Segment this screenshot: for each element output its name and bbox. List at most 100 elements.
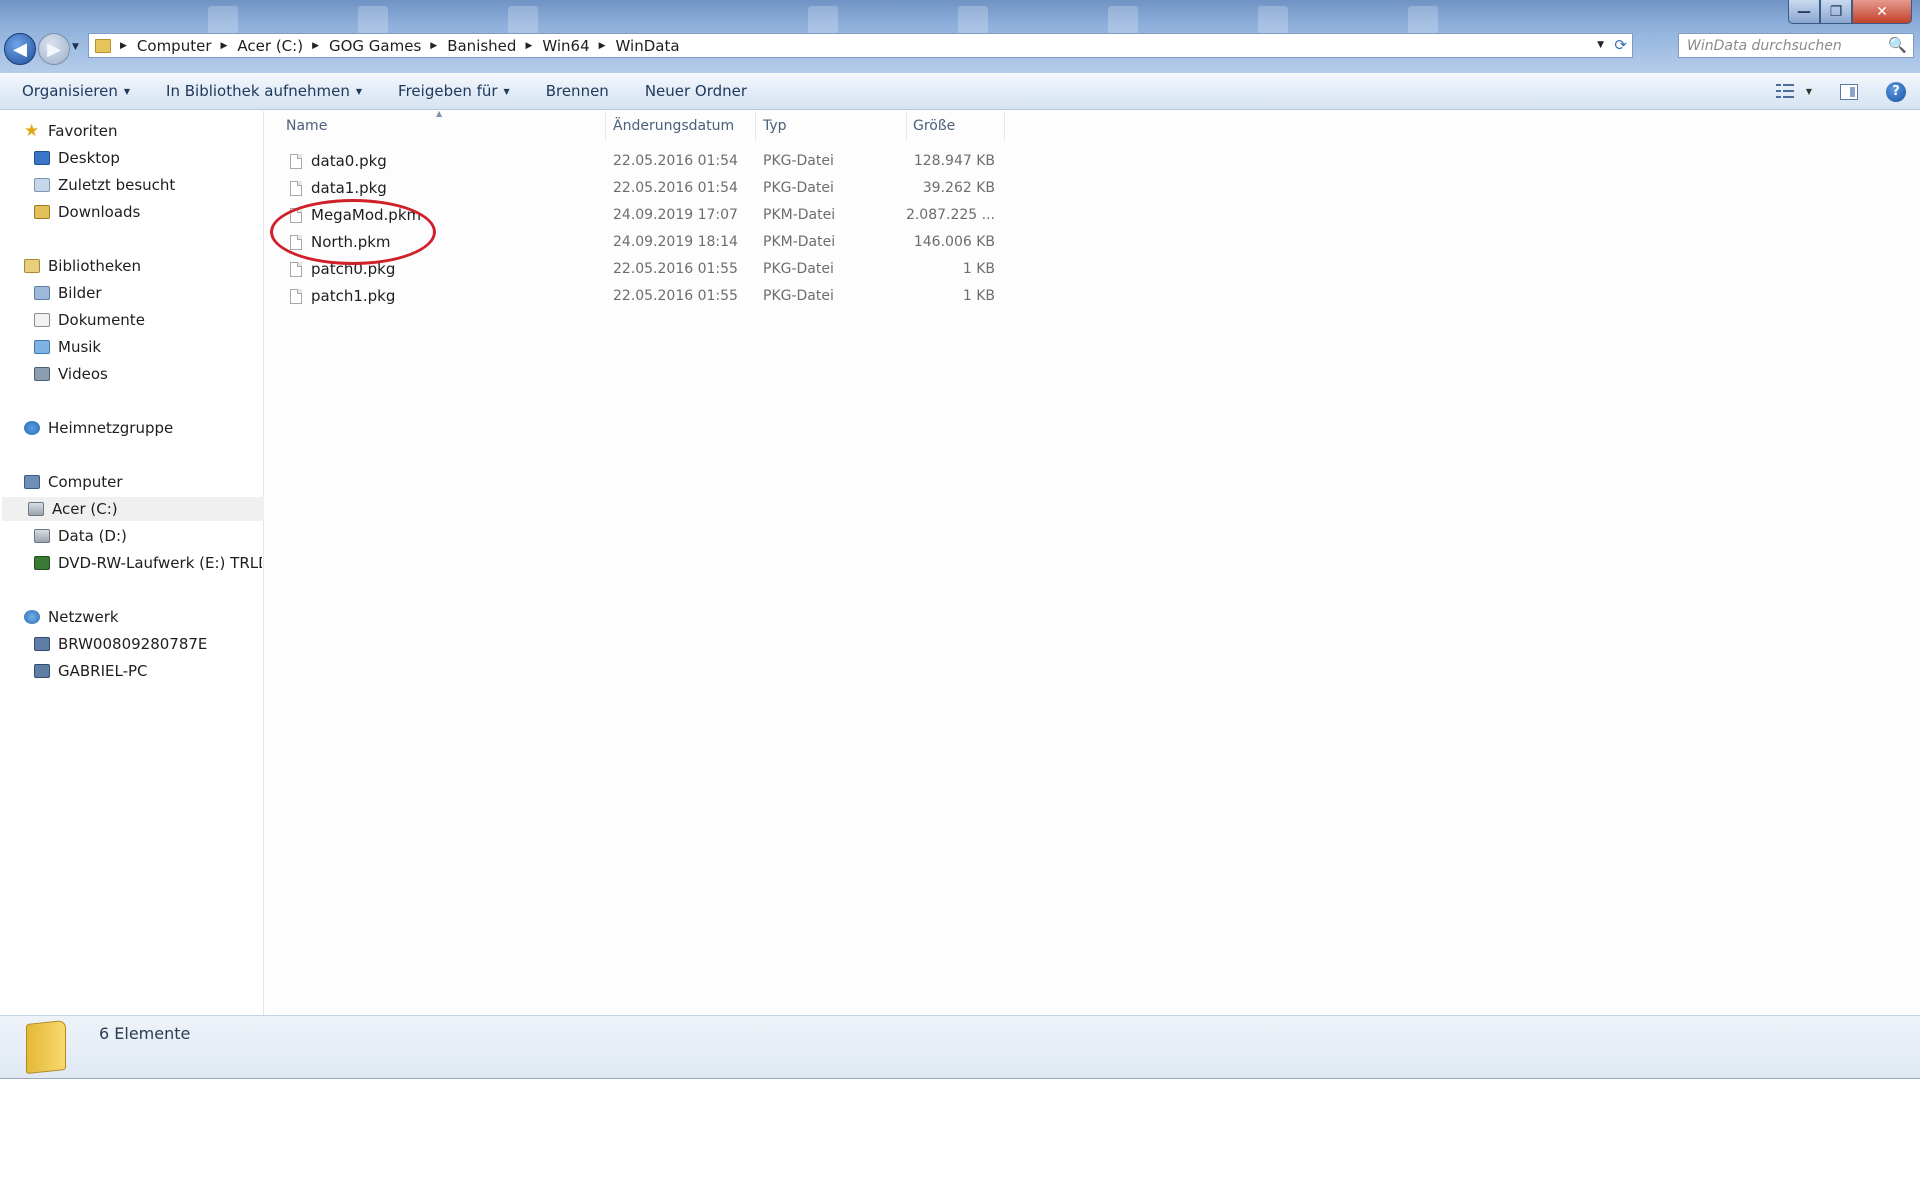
nav-downloads[interactable]: Downloads — [34, 200, 140, 224]
file-type: PKG-Datei — [763, 153, 834, 169]
chevron-right-icon[interactable]: ▶ — [525, 41, 532, 51]
file-name: patch0.pkg — [311, 260, 396, 278]
file-type: PKM-Datei — [763, 207, 836, 223]
preview-pane-icon[interactable] — [1840, 83, 1858, 100]
breadcrumb-label[interactable]: WinData — [616, 37, 680, 55]
nav-drive-c[interactable]: Acer (C:) — [2, 497, 264, 521]
file-date: 24.09.2019 18:14 — [613, 234, 738, 250]
column-divider[interactable] — [1004, 111, 1005, 141]
breadcrumb-acer-c[interactable]: ▶ Acer (C:) — [212, 37, 304, 55]
nav-desktop[interactable]: Desktop — [34, 146, 120, 170]
search-icon[interactable]: 🔍 — [1888, 36, 1907, 54]
back-button[interactable]: ◀ — [4, 33, 36, 65]
breadcrumb-win64[interactable]: ▶ Win64 — [516, 37, 589, 55]
refresh-icon[interactable]: ⟳ — [1614, 36, 1627, 54]
close-button[interactable]: ✕ — [1852, 0, 1912, 24]
nav-network[interactable]: Netzwerk — [24, 605, 119, 629]
table-row[interactable]: North.pkm 24.09.2019 18:14 PKM-Datei 146… — [265, 231, 1005, 253]
include-in-library-menu[interactable]: In Bibliothek aufnehmen ▼ — [166, 73, 362, 109]
address-bar[interactable]: ▶ Computer ▶ Acer (C:) ▶ GOG Games ▶ Banishe… — [88, 33, 1633, 58]
search-input[interactable] — [1687, 37, 1887, 54]
nav-label: Dokumente — [58, 311, 145, 329]
view-options-dropdown[interactable]: ▼ — [1806, 87, 1812, 96]
file-type: PKG-Datei — [763, 288, 834, 304]
table-row[interactable]: patch1.pkg 22.05.2016 01:55 PKG-Datei 1 … — [265, 285, 1005, 307]
column-divider[interactable] — [755, 111, 756, 141]
column-label: Typ — [763, 118, 787, 134]
breadcrumb-windata[interactable]: ▶ WinData — [590, 37, 680, 55]
chevron-right-icon[interactable]: ▶ — [221, 41, 228, 51]
nav-music[interactable]: Musik — [34, 335, 101, 359]
nav-label: Desktop — [58, 149, 120, 167]
column-divider[interactable] — [605, 111, 606, 141]
nav-network-pc[interactable]: GABRIEL-PC — [34, 659, 148, 683]
breadcrumb-banished[interactable]: ▶ Banished — [421, 37, 516, 55]
breadcrumb-label[interactable]: GOG Games — [329, 37, 421, 55]
file-name: data1.pkg — [311, 179, 387, 197]
nav-label: Zuletzt besucht — [58, 176, 176, 194]
change-view-icon[interactable] — [1775, 83, 1796, 100]
nav-network-pc[interactable]: BRW00809280787E — [34, 632, 207, 656]
column-label: Größe — [913, 118, 956, 134]
breadcrumb-label[interactable]: Acer (C:) — [237, 37, 303, 55]
share-label: Freigeben für — [398, 82, 498, 100]
chevron-right-icon[interactable]: ▶ — [312, 41, 319, 51]
file-icon — [290, 180, 302, 196]
command-bar: Organisieren ▼ In Bibliothek aufnehmen ▼ F… — [0, 73, 1920, 110]
nav-label: Downloads — [58, 203, 141, 221]
breadcrumb-gog-games[interactable]: ▶ GOG Games — [303, 37, 421, 55]
file-icon — [290, 234, 302, 250]
column-divider[interactable] — [906, 111, 907, 141]
table-row[interactable]: data0.pkg 22.05.2016 01:54 PKG-Datei 128… — [265, 150, 1005, 172]
file-type: PKG-Datei — [763, 261, 834, 277]
chevron-right-icon[interactable]: ▶ — [120, 41, 127, 51]
minimize-button[interactable]: — — [1788, 0, 1820, 24]
nav-favorites[interactable]: ★ Favoriten — [24, 119, 117, 143]
table-row[interactable]: data1.pkg 22.05.2016 01:54 PKG-Datei 39.… — [265, 177, 1005, 199]
breadcrumb-label[interactable]: Banished — [447, 37, 516, 55]
burn-button[interactable]: Brennen — [546, 73, 609, 109]
file-size: 146.006 KB — [913, 234, 995, 250]
chevron-down-icon: ▼ — [503, 86, 510, 96]
breadcrumb-label[interactable]: Computer — [137, 37, 212, 55]
file-size: 2.087.225 ... — [905, 207, 995, 223]
file-date: 22.05.2016 01:55 — [613, 288, 738, 304]
table-row[interactable]: MegaMod.pkm 24.09.2019 17:07 PKM-Datei 2… — [265, 204, 1005, 226]
breadcrumb-label[interactable]: Win64 — [542, 37, 589, 55]
recent-pages-dropdown[interactable]: ▼ — [72, 42, 79, 52]
nav-label: Favoriten — [48, 122, 118, 140]
chevron-right-icon[interactable]: ▶ — [599, 41, 606, 51]
nav-computer[interactable]: Computer — [24, 470, 123, 494]
new-folder-button[interactable]: Neuer Ordner — [645, 73, 747, 109]
nav-label: DVD-RW-Laufwerk (E:) TRLD_D — [58, 554, 262, 572]
share-with-menu[interactable]: Freigeben für ▼ — [398, 73, 510, 109]
search-box[interactable]: 🔍 — [1678, 33, 1914, 58]
nav-documents[interactable]: Dokumente — [34, 308, 145, 332]
nav-drive-d[interactable]: Data (D:) — [34, 524, 127, 548]
chevron-right-icon[interactable]: ▶ — [430, 41, 437, 51]
nav-label: Videos — [58, 365, 108, 383]
table-row[interactable]: patch0.pkg 22.05.2016 01:55 PKG-Datei 1 … — [265, 258, 1005, 280]
column-header-type[interactable]: Typ — [763, 111, 863, 141]
file-size: 1 KB — [962, 261, 995, 277]
help-icon[interactable]: ? — [1886, 81, 1906, 102]
forward-button[interactable]: ▶ — [38, 33, 70, 65]
address-dropdown-button[interactable]: ▼ — [1597, 40, 1604, 50]
nav-pictures[interactable]: Bilder — [34, 281, 102, 305]
breadcrumb-computer[interactable]: ▶ Computer — [111, 37, 212, 55]
organize-menu[interactable]: Organisieren ▼ — [22, 73, 130, 109]
nav-label: Data (D:) — [58, 527, 127, 545]
nav-drive-e[interactable]: DVD-RW-Laufwerk (E:) TRLD_D — [34, 551, 262, 575]
library-icon — [24, 259, 40, 273]
column-header-date[interactable]: Änderungsdatum — [613, 111, 753, 141]
file-size: 128.947 KB — [913, 153, 995, 169]
hard-drive-icon — [34, 529, 50, 543]
file-name: North.pkm — [311, 233, 391, 251]
column-header-size[interactable]: Größe — [913, 111, 1003, 141]
nav-recent-places[interactable]: Zuletzt besucht — [34, 173, 175, 197]
nav-libraries[interactable]: Bibliotheken — [24, 254, 141, 278]
nav-videos[interactable]: Videos — [34, 362, 108, 386]
maximize-button[interactable]: ❐ — [1820, 0, 1852, 24]
nav-homegroup[interactable]: Heimnetzgruppe — [24, 416, 173, 440]
column-header-name[interactable]: Name — [286, 111, 606, 141]
